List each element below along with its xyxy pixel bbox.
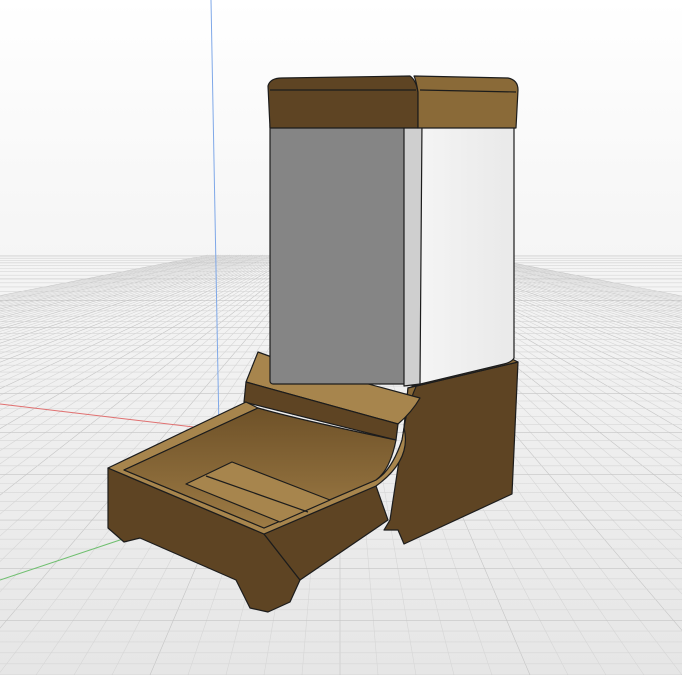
lid-side-face xyxy=(413,75,519,129)
container-side-face xyxy=(411,121,515,387)
viewport-canvas[interactable] xyxy=(0,0,682,675)
lid-front-face xyxy=(267,75,419,129)
3d-viewport[interactable] xyxy=(0,0,682,675)
container-edge-fillet xyxy=(403,121,423,387)
container-front-face xyxy=(269,121,413,385)
